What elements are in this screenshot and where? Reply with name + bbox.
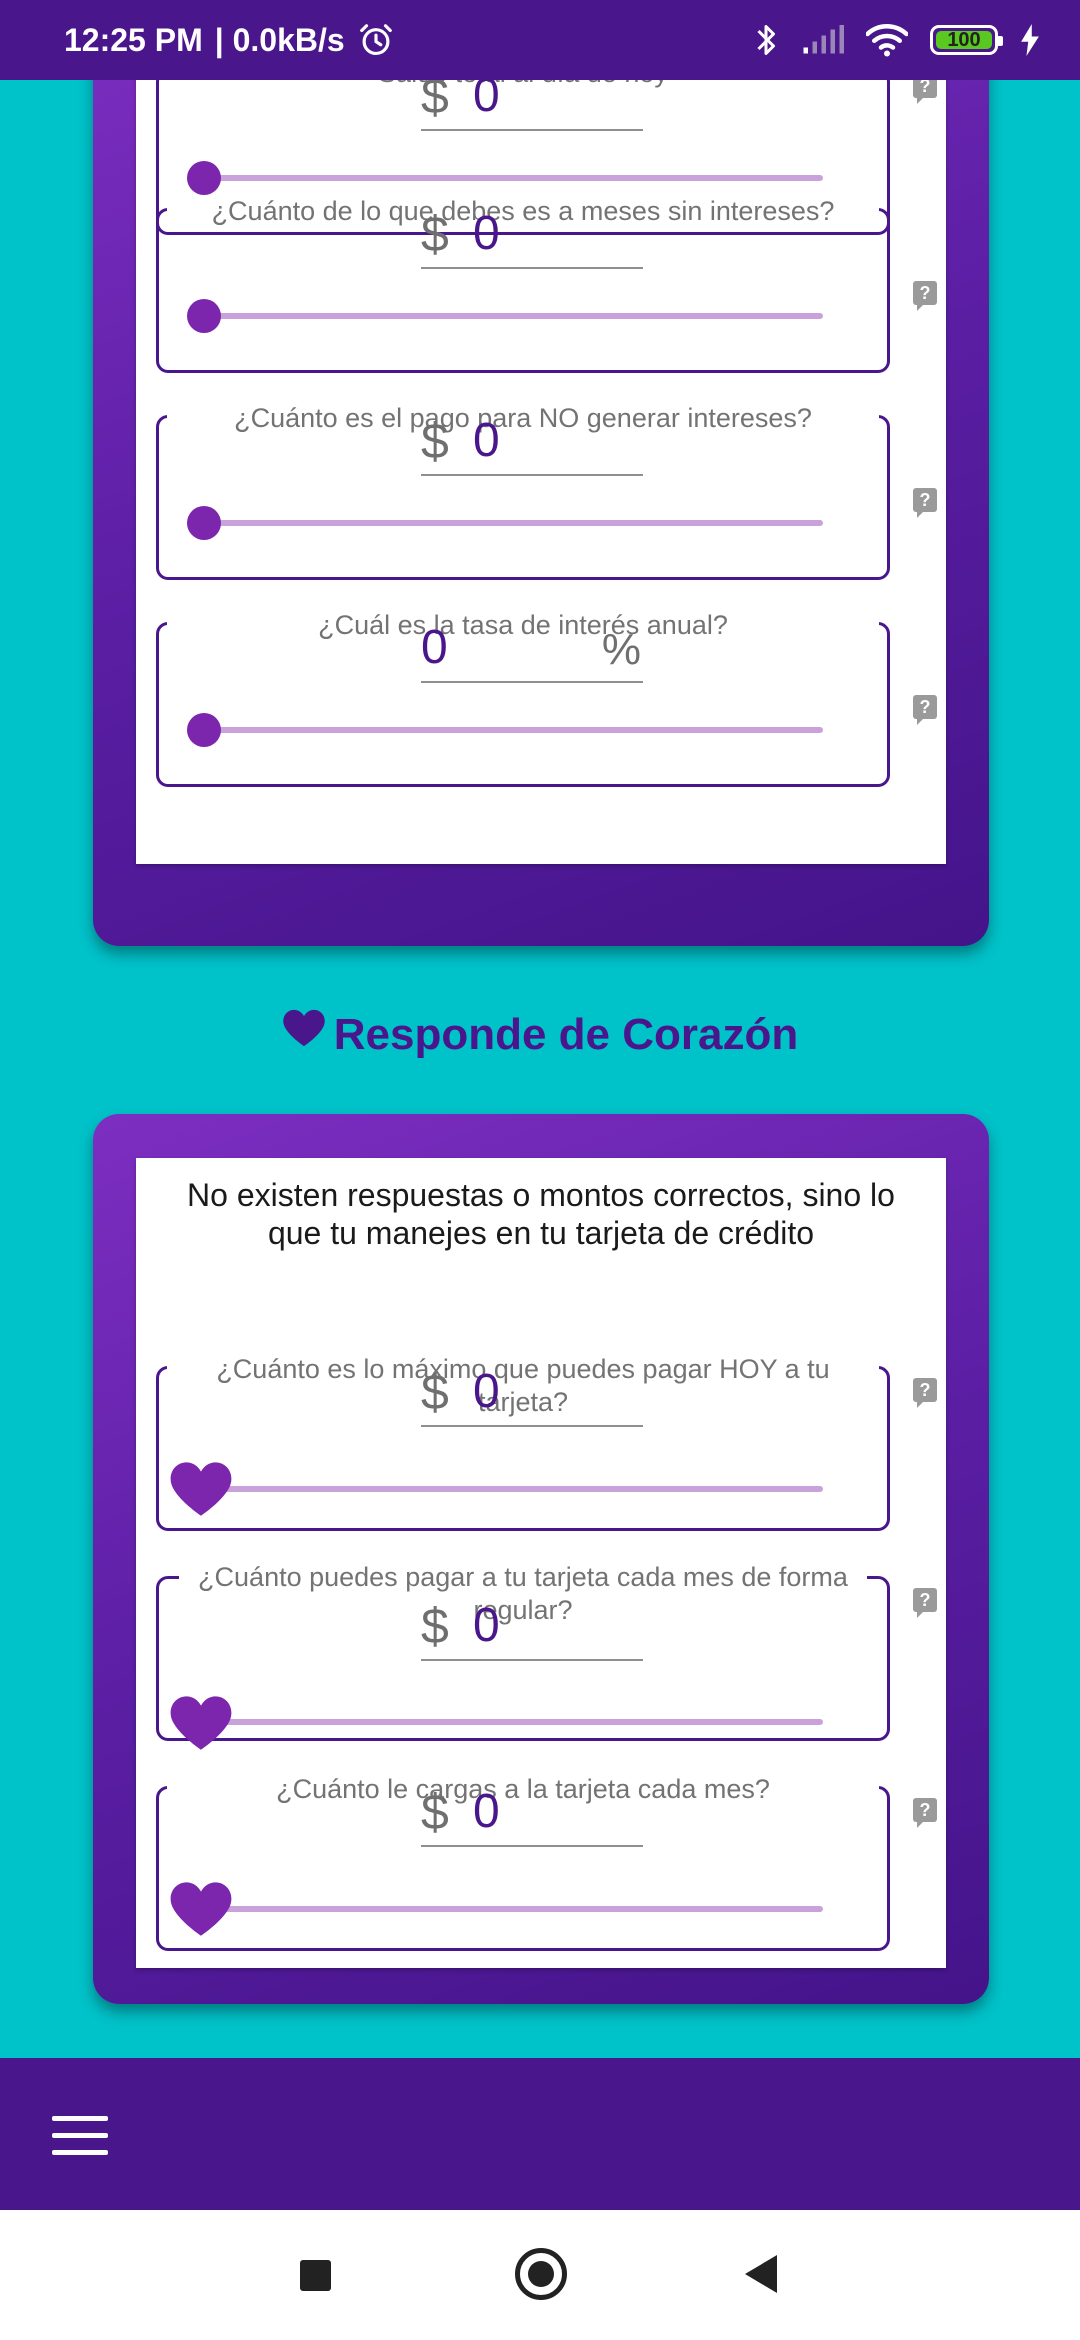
slider-track[interactable] xyxy=(203,313,823,319)
amount-input[interactable]: $ 0 xyxy=(421,1784,643,1847)
section-title-text: Responde de Corazón xyxy=(333,1010,799,1059)
slider-track[interactable] xyxy=(203,1486,823,1492)
section-title: Responde de Corazón xyxy=(0,1009,1080,1060)
max-payment-today-field: ¿Cuánto es lo máximo que puedes pagar HO… xyxy=(156,1353,890,1531)
help-icon[interactable]: ? xyxy=(913,80,937,104)
amount-value: 0 xyxy=(473,207,500,260)
help-icon[interactable]: ? xyxy=(913,1588,937,1618)
rate-value: 0 xyxy=(421,621,448,674)
debt-card: Saldo total al día de hoy $ 0 ¿Cuánto de… xyxy=(93,80,989,946)
heart-card: No existen respuestas o montos correctos… xyxy=(93,1114,989,2004)
heart-slider-thumb[interactable] xyxy=(169,1459,233,1519)
help-icon[interactable]: ? xyxy=(913,1798,937,1828)
heart-slider-thumb[interactable] xyxy=(169,1879,233,1939)
status-time: 12:25 PM xyxy=(64,21,203,58)
currency-symbol: $ xyxy=(421,1364,449,1420)
help-icon[interactable]: ? xyxy=(913,695,937,725)
recent-apps-icon[interactable] xyxy=(300,2260,331,2291)
amount-input[interactable]: $ 0 xyxy=(421,206,643,269)
home-icon[interactable] xyxy=(515,2248,567,2300)
charging-icon xyxy=(1021,24,1039,56)
slider-track[interactable] xyxy=(203,175,823,181)
amount-value: 0 xyxy=(473,80,500,122)
back-icon[interactable] xyxy=(745,2255,777,2293)
heart-icon xyxy=(283,1009,325,1047)
wifi-icon xyxy=(866,24,908,57)
hamburger-menu-icon[interactable] xyxy=(52,2116,108,2156)
help-icon[interactable]: ? xyxy=(913,281,937,311)
msi-debt-field: ¿Cuánto de lo que debes es a meses sin i… xyxy=(156,195,890,373)
battery-level: 100 xyxy=(947,28,981,51)
currency-symbol: $ xyxy=(421,413,449,469)
slider-thumb[interactable] xyxy=(187,299,221,333)
rate-input[interactable]: 0 % xyxy=(421,621,643,683)
slider-track[interactable] xyxy=(203,1719,823,1725)
slider-track[interactable] xyxy=(203,520,823,526)
help-icon[interactable]: ? xyxy=(913,1378,937,1408)
amount-value: 0 xyxy=(473,1365,500,1418)
amount-value: 0 xyxy=(473,1599,500,1652)
currency-symbol: $ xyxy=(421,1598,449,1654)
amount-input[interactable]: $ 0 xyxy=(421,1598,643,1661)
network-speed: | 0.0kB/s xyxy=(214,21,345,58)
debt-card-panel: Saldo total al día de hoy $ 0 ¿Cuánto de… xyxy=(136,80,946,864)
status-left: 12:25 PM | 0.0kB/s xyxy=(64,21,395,59)
alarm-icon xyxy=(359,24,392,56)
no-interest-payment-field: ¿Cuánto es el pago para NO generar inter… xyxy=(156,402,890,580)
help-icon[interactable]: ? xyxy=(913,488,937,518)
amount-input[interactable]: $ 0 xyxy=(421,1364,643,1427)
scroll-content[interactable]: Saldo total al día de hoy $ 0 ¿Cuánto de… xyxy=(0,80,1080,2058)
heart-card-panel: No existen respuestas o montos correctos… xyxy=(136,1158,946,1968)
system-nav-bar xyxy=(0,2210,1080,2340)
currency-symbol: $ xyxy=(421,206,449,262)
currency-symbol: $ xyxy=(421,80,449,124)
bluetooth-icon xyxy=(757,25,775,55)
percent-symbol: % xyxy=(601,625,641,674)
battery-icon: 100 xyxy=(930,25,1003,55)
status-right: 100 xyxy=(752,22,1040,58)
monthly-payment-field: ¿Cuánto puedes pagar a tu tarjeta cada m… xyxy=(156,1561,890,1750)
monthly-charges-field: ¿Cuánto le cargas a la tarjeta cada mes?… xyxy=(156,1773,890,1951)
currency-symbol: $ xyxy=(421,1784,449,1840)
slider-track[interactable] xyxy=(203,727,823,733)
signal-icon xyxy=(803,25,844,54)
slider-thumb[interactable] xyxy=(187,506,221,540)
slider-track[interactable] xyxy=(203,1906,823,1912)
slider-thumb[interactable] xyxy=(187,713,221,747)
heart-slider-thumb[interactable] xyxy=(169,1693,233,1753)
bottom-app-bar xyxy=(0,2058,1080,2210)
amount-value: 0 xyxy=(473,1785,500,1838)
status-bar: 12:25 PM | 0.0kB/s 100 xyxy=(0,0,1080,80)
amount-input[interactable]: $ 0 xyxy=(421,413,643,476)
intro-text: No existen respuestas o montos correctos… xyxy=(187,1177,895,1251)
interest-rate-field: ¿Cuál es la tasa de interés anual? 0 % xyxy=(156,609,890,787)
slider-thumb[interactable] xyxy=(187,161,221,195)
amount-value: 0 xyxy=(473,414,500,467)
amount-input[interactable]: $ 0 xyxy=(421,80,643,131)
